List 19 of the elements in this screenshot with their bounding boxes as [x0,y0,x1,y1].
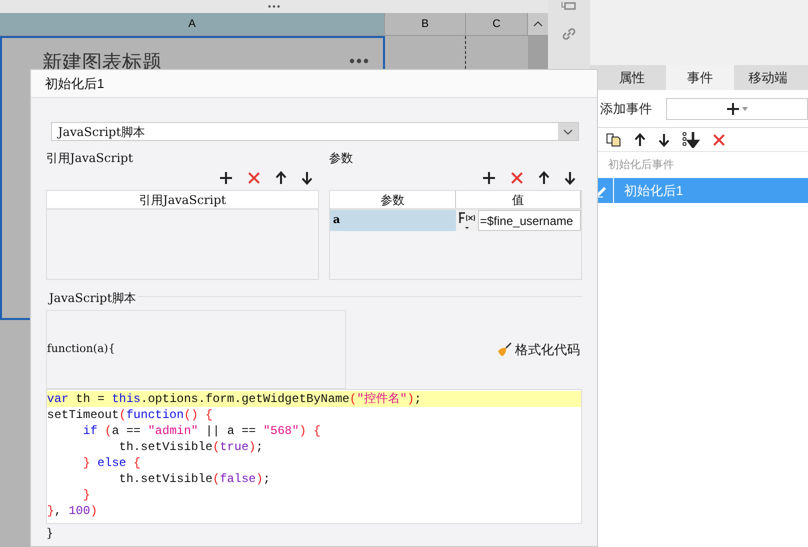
code-line: th.setVisible(false); [118,471,272,487]
column-header: 值 [456,191,581,208]
section-title: 参数 [329,150,354,166]
column-header: 引用JavaScript [47,191,318,210]
section-title: JavaScript脚本 [46,289,138,307]
event-group-label: 初始化后事件 [608,158,674,173]
code-line: }, 100) [47,503,98,519]
parameter-name: a [332,212,342,228]
add-event-label: 添加事件 [600,100,652,118]
function-header: function(a){ [46,310,346,389]
code-line: setTimeout(function() { [47,407,214,423]
code-line: } [82,487,92,503]
code-line: } else { [82,455,142,471]
section-title: 引用JavaScript [46,150,134,166]
column-header: 参数 [330,191,456,208]
dialog-title: 初始化后1 [45,74,104,93]
function-footer: } [46,524,582,542]
code-line: if (a == "admin" || a == "568") { [82,423,322,439]
code-line: th.setVisible(true); [118,439,264,455]
